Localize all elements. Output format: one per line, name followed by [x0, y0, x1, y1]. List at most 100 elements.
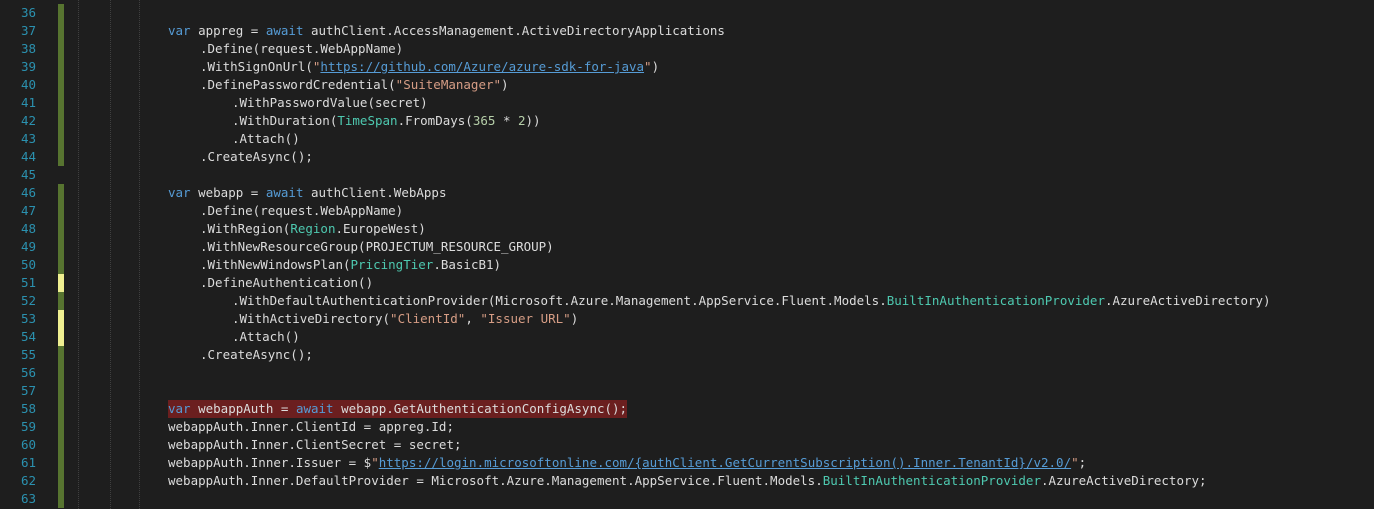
code-line[interactable]: 49 .WithNewResourceGroup(PROJECTUM_RESOUR… [0, 238, 1374, 256]
code-text: .Define(request.WebAppName) [200, 40, 403, 58]
change-marker-saved [58, 184, 64, 202]
code-token: .Attach() [232, 131, 300, 146]
line-number: 56 [20, 365, 36, 380]
code-link[interactable]: https://login.microsoftonline.com/{authC… [379, 455, 1071, 470]
code-token: , [465, 311, 481, 326]
line-number: 36 [20, 5, 36, 20]
code-editor[interactable]: 36 37 var appreg = await authClient.Access… [0, 0, 1374, 509]
code-token: ) [570, 311, 579, 326]
change-marker-saved [58, 490, 64, 508]
code-line[interactable]: 39 .WithSignOnUrl("https://github.com/Azu… [0, 58, 1374, 76]
code-text: .Define(request.WebAppName) [200, 202, 403, 220]
code-text: .WithActiveDirectory("ClientId", "Issuer… [232, 310, 578, 328]
code-text: webappAuth.Inner.ClientId = appreg.Id; [168, 418, 454, 436]
code-line[interactable]: 53 .WithActiveDirectory("ClientId", "Issu… [0, 310, 1374, 328]
code-token: .Define(request.WebAppName) [200, 203, 404, 218]
code-line[interactable]: 58 var webappAuth = await webapp.GetAuthe… [0, 400, 1374, 418]
code-token: ) [651, 59, 660, 74]
line-number: 48 [20, 221, 36, 236]
code-link[interactable]: https://github.com/Azure/azure-sdk-for-j… [320, 59, 644, 74]
code-token: )) [525, 113, 541, 128]
line-number: 53 [20, 311, 36, 326]
code-token: await [295, 401, 334, 416]
code-token: .FromDays( [397, 113, 473, 128]
code-line[interactable]: 63 [0, 490, 1374, 508]
change-marker-saved [58, 454, 64, 472]
line-number: 50 [20, 257, 36, 272]
code-token: .WithNewResourceGroup(PROJECTUM_RESOURCE… [200, 239, 554, 254]
code-line[interactable]: 41 .WithPasswordValue(secret) [0, 94, 1374, 112]
code-line[interactable]: 45 [0, 166, 1374, 184]
code-text: webappAuth.Inner.DefaultProvider = Micro… [168, 472, 1207, 490]
change-marker-saved [58, 4, 64, 22]
code-line[interactable]: 43 .Attach() [0, 130, 1374, 148]
code-text: webappAuth.Inner.ClientSecret = secret; [168, 436, 462, 454]
code-token: ; [1078, 455, 1087, 470]
change-marker-saved [58, 346, 64, 364]
code-line[interactable]: 61 webappAuth.Inner.Issuer = $"https://lo… [0, 454, 1374, 472]
code-token: .BasicB1) [433, 257, 502, 272]
code-token: BuiltInAuthenticationProvider [822, 473, 1041, 488]
code-token: webappAuth.Inner.DefaultProvider = Micro… [168, 473, 823, 488]
code-line[interactable]: 36 [0, 4, 1374, 22]
line-number: 38 [20, 41, 36, 56]
code-token: .WithSignOnUrl( [200, 59, 313, 74]
code-line[interactable]: 37 var appreg = await authClient.AccessMa… [0, 22, 1374, 40]
code-token: .Define(request.WebAppName) [200, 41, 404, 56]
code-line[interactable]: 38 .Define(request.WebAppName) [0, 40, 1374, 58]
code-token: " [1071, 455, 1079, 470]
code-token: "Issuer URL" [480, 311, 571, 326]
change-marker-saved [58, 436, 64, 454]
code-token: .WithRegion( [200, 221, 291, 236]
code-line[interactable]: 54 .Attach() [0, 328, 1374, 346]
code-line[interactable]: 51 .DefineAuthentication() [0, 274, 1374, 292]
change-marker-saved [58, 256, 64, 274]
line-number: 41 [20, 95, 36, 110]
code-line[interactable]: 46 var webapp = await authClient.WebApps [0, 184, 1374, 202]
code-line[interactable]: 60 webappAuth.Inner.ClientSecret = secret… [0, 436, 1374, 454]
code-token: .EuropeWest) [335, 221, 426, 236]
code-text: var appreg = await authClient.AccessMana… [168, 22, 725, 40]
code-line[interactable]: 59 webappAuth.Inner.ClientId = appreg.Id; [0, 418, 1374, 436]
code-token: webappAuth.Inner.Issuer = $ [168, 455, 372, 470]
change-marker-saved [58, 400, 64, 418]
code-text: .Attach() [232, 328, 300, 346]
line-number: 43 [20, 131, 36, 146]
code-token: var [168, 185, 191, 200]
code-token: 365 [472, 113, 496, 128]
code-token: var [168, 401, 191, 416]
code-token: await [265, 185, 304, 200]
line-number: 49 [20, 239, 36, 254]
change-marker-saved [58, 40, 64, 58]
line-number: 39 [20, 59, 36, 74]
change-marker-saved [58, 76, 64, 94]
code-text: .WithDefaultAuthenticationProvider(Micro… [232, 292, 1271, 310]
code-line[interactable]: 44 .CreateAsync(); [0, 148, 1374, 166]
change-marker-saved [58, 58, 64, 76]
code-line[interactable]: 48 .WithRegion(Region.EuropeWest) [0, 220, 1374, 238]
code-token: .WithDuration( [232, 113, 338, 128]
code-line[interactable]: 47 .Define(request.WebAppName) [0, 202, 1374, 220]
code-token: appreg = [190, 23, 266, 38]
change-marker-saved [58, 22, 64, 40]
code-token: BuiltInAuthenticationProvider [886, 293, 1105, 308]
code-line[interactable]: 40 .DefinePasswordCredential("SuiteManage… [0, 76, 1374, 94]
code-token: var [168, 23, 191, 38]
code-line[interactable]: 55 .CreateAsync(); [0, 346, 1374, 364]
code-token: webapp.GetAuthenticationConfigAsync(); [333, 401, 628, 416]
code-line[interactable]: 50 .WithNewWindowsPlan(PricingTier.BasicB… [0, 256, 1374, 274]
code-token: .WithPasswordValue(secret) [232, 95, 428, 110]
line-number: 57 [20, 383, 36, 398]
code-token: webappAuth.Inner.ClientSecret = secret; [168, 437, 462, 452]
code-text: .WithPasswordValue(secret) [232, 94, 428, 112]
code-token: ) [501, 77, 509, 92]
code-line[interactable]: 57 [0, 382, 1374, 400]
code-line[interactable]: 52 .WithDefaultAuthenticationProvider(Mic… [0, 292, 1374, 310]
code-line[interactable]: 56 [0, 364, 1374, 382]
code-line[interactable]: 42 .WithDuration(TimeSpan.FromDays(365 * … [0, 112, 1374, 130]
code-token: webapp = [190, 185, 266, 200]
code-token: * [495, 113, 518, 128]
change-marker-unsaved [58, 328, 64, 346]
code-line[interactable]: 62 webappAuth.Inner.DefaultProvider = Mic… [0, 472, 1374, 490]
line-number: 59 [20, 419, 36, 434]
